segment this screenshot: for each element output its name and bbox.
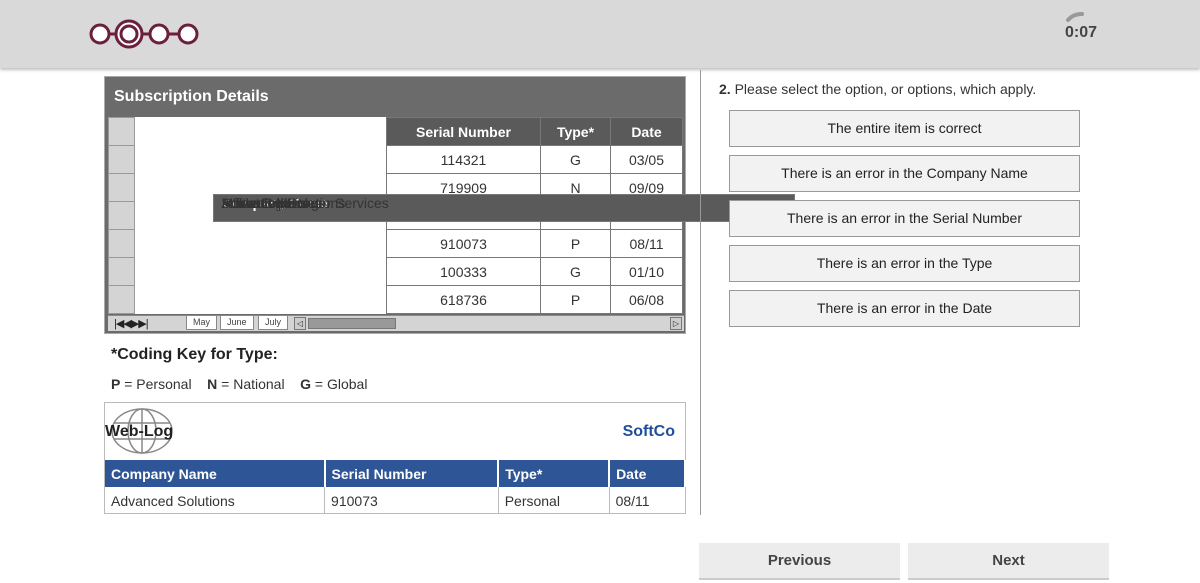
row-header-cell xyxy=(108,201,135,230)
table-cell: 100333 xyxy=(386,257,541,286)
weblog-panel: Web-Log SoftCo Company Name Serial Numbe… xyxy=(104,402,686,514)
table-row: Softwarehouse 100333 G 01/10 xyxy=(108,193,795,286)
table-cell: 114321 xyxy=(386,145,541,174)
code-p: P xyxy=(111,376,121,392)
coding-key-legend: P = Personal N = National G = Global xyxy=(111,376,367,392)
subscription-sheet: Subscription Details Company Name Serial… xyxy=(104,76,795,334)
table-cell: 06/08 xyxy=(610,285,683,314)
table-row: Advanced Solutions 910073 Personal 08/11 xyxy=(105,487,686,514)
previous-button[interactable]: Previous xyxy=(699,543,900,580)
sheet-title: Subscription Details xyxy=(114,88,269,105)
column-header: Serial Number xyxy=(386,117,541,146)
column-header: Type* xyxy=(498,460,611,487)
option-error-date[interactable]: There is an error in the Date xyxy=(729,290,1080,327)
scroll-right-icon[interactable]: ▷ xyxy=(670,317,682,330)
panel-divider xyxy=(700,70,701,515)
row-header-cell xyxy=(108,229,135,258)
row-header-cell xyxy=(108,173,135,202)
top-bar: 0:07 xyxy=(0,0,1200,68)
subscription-table: Company Name Serial Number Type* Date Ac… xyxy=(108,117,795,314)
table-cell: 910073 xyxy=(324,487,499,514)
table-cell: G xyxy=(540,145,611,174)
code-n-label: = National xyxy=(221,376,285,392)
table-cell: P xyxy=(540,285,611,314)
table-row: Marketing Focus 618736 P 06/08 xyxy=(108,193,795,314)
code-g: G xyxy=(300,376,312,392)
table-cell: 03/05 xyxy=(610,145,683,174)
code-g-label: = Global xyxy=(314,376,368,392)
table-cell: G xyxy=(540,257,611,286)
column-header: Serial Number xyxy=(324,460,500,487)
question-number: 2. xyxy=(719,81,731,97)
row-header-cell xyxy=(108,285,135,314)
brand-name: SoftCo xyxy=(622,423,675,440)
option-entire-correct[interactable]: The entire item is correct xyxy=(729,110,1080,147)
table-cell: 08/11 xyxy=(609,487,686,514)
question-text: Please select the option, or options, wh… xyxy=(734,81,1037,97)
table-cell: P xyxy=(540,229,611,258)
row-header-cell xyxy=(108,145,135,174)
table-row: Account Manager Services 114321 G 03/05 xyxy=(108,145,795,222)
table-cell: Personal xyxy=(498,487,610,514)
table-header-row: Company Name Serial Number Type* Date xyxy=(105,460,686,487)
table-cell: 08/11 xyxy=(610,229,683,258)
table-cell: Marketing Focus xyxy=(212,193,795,222)
row-header-cell xyxy=(108,117,135,146)
sheet-tab-july[interactable]: July xyxy=(258,316,289,330)
question-prompt: 2. Please select the option, or options,… xyxy=(719,81,1036,97)
column-header: Date xyxy=(610,117,683,146)
weblog-table: Company Name Serial Number Type* Date Ad… xyxy=(105,460,686,514)
column-header: Type* xyxy=(540,117,611,146)
table-cell: 01/10 xyxy=(610,257,683,286)
option-error-company-name[interactable]: There is an error in the Company Name xyxy=(729,155,1080,192)
sheet-nav-buttons[interactable]: |◀◀▶▶| xyxy=(114,317,149,330)
next-button[interactable]: Next xyxy=(908,543,1109,580)
logo-icon xyxy=(89,19,199,49)
table-row: Advanced Solutions 910073 P 08/11 xyxy=(108,193,795,258)
table-cell: 618736 xyxy=(386,285,541,314)
horizontal-scrollbar[interactable] xyxy=(308,318,396,329)
option-error-type[interactable]: There is an error in the Type xyxy=(729,245,1080,282)
table-cell: Advanced Solutions xyxy=(105,487,326,514)
coding-key-title: *Coding Key for Type: xyxy=(111,346,278,363)
column-header: Company Name xyxy=(105,460,326,487)
column-header: Date xyxy=(609,460,686,487)
sheet-tab-may[interactable]: May xyxy=(186,316,218,330)
sheet-tab-june[interactable]: June xyxy=(220,316,254,330)
table-header-row: Company Name Serial Number Type* Date xyxy=(108,117,795,222)
weblog-title: Web-Log xyxy=(105,423,174,440)
code-p-label: = Personal xyxy=(124,376,192,392)
row-header-cell xyxy=(108,257,135,286)
code-n: N xyxy=(207,376,218,392)
table-cell: 910073 xyxy=(386,229,541,258)
option-error-serial-number[interactable]: There is an error in the Serial Number xyxy=(729,200,1080,237)
scroll-left-icon[interactable]: ◁ xyxy=(294,317,306,330)
sheet-tab-bar: |◀◀▶▶| May June July ◁ ▷ xyxy=(108,315,684,331)
timer-text: 0:07 xyxy=(1065,24,1098,41)
